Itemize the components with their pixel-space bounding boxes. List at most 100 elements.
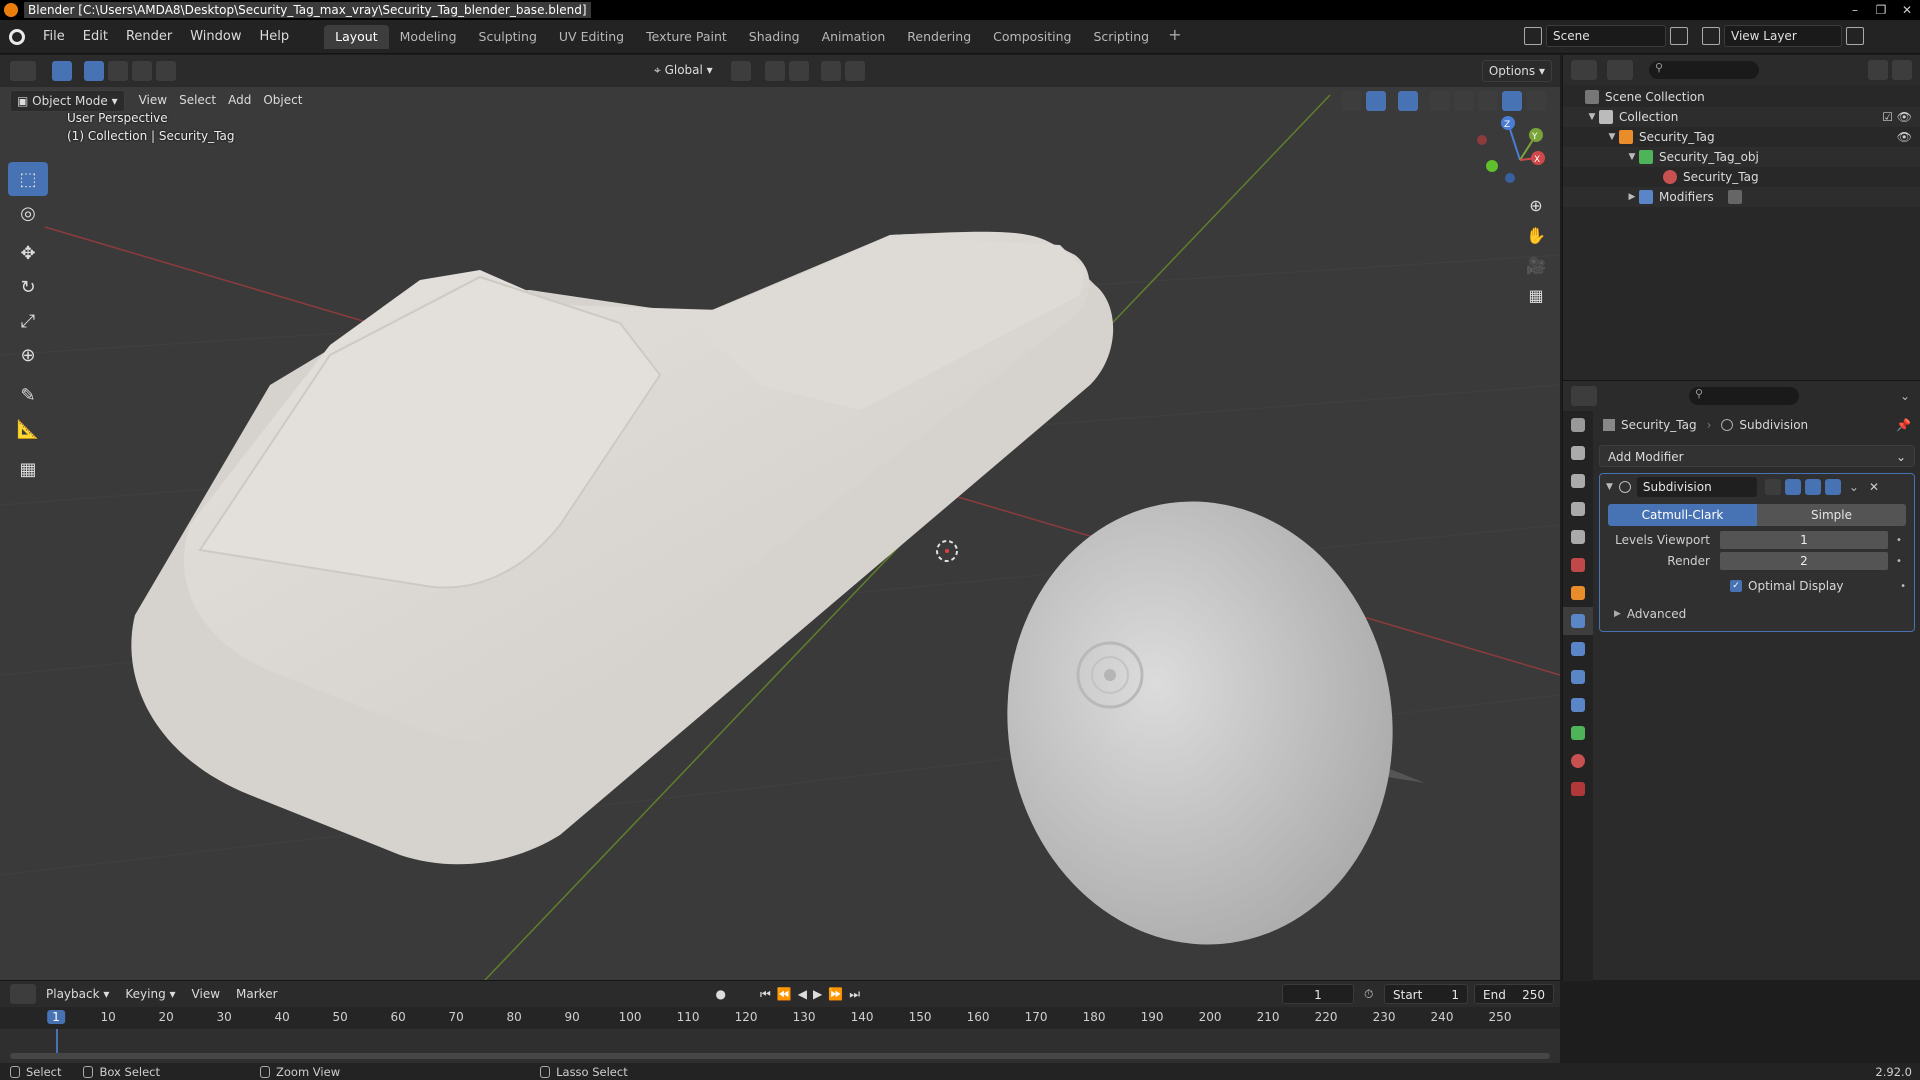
overlay-toggle-icon[interactable]: [1398, 91, 1418, 111]
outliner-editor-icon[interactable]: [1571, 60, 1597, 80]
transform-orientation-dropdown[interactable]: ⌖ Global ▾: [648, 60, 719, 82]
prev-keyframe-icon[interactable]: ⏪: [777, 987, 798, 1001]
snap-icon[interactable]: [764, 61, 785, 81]
pivot-point-icon[interactable]: [730, 61, 751, 81]
transform-tool-icon[interactable]: ⊕: [8, 338, 48, 372]
pan-hand-icon[interactable]: ✋: [1518, 220, 1554, 250]
menu-file[interactable]: File: [34, 20, 74, 54]
cage-toggle-icon[interactable]: [1784, 479, 1801, 495]
menu-window[interactable]: Window: [181, 20, 250, 54]
new-collection-icon[interactable]: [1892, 60, 1912, 80]
minimize-icon[interactable]: –: [1842, 1, 1868, 19]
security-tag-pin-disc[interactable]: [979, 476, 1425, 969]
measure-tool-icon[interactable]: 📐: [8, 412, 48, 446]
filter-icon[interactable]: [1868, 60, 1888, 80]
pin-icon[interactable]: 📌: [1896, 418, 1911, 432]
outliner-item-security-tag-obj[interactable]: ▼ Security_Tag_obj: [1563, 147, 1920, 167]
new-scene-icon[interactable]: [1670, 27, 1688, 45]
edit-mode-toggle-icon[interactable]: [1764, 479, 1781, 495]
zoom-icon[interactable]: ⊕: [1518, 190, 1554, 220]
menu-object[interactable]: Object: [257, 90, 308, 112]
jump-start-icon[interactable]: ⏮: [760, 987, 777, 1001]
properties-editor-icon[interactable]: [1571, 386, 1597, 406]
keyframe-dot-icon[interactable]: •: [1896, 556, 1902, 567]
outliner-item-scene-collection[interactable]: Scene Collection: [1563, 87, 1920, 107]
current-frame-field[interactable]: 1: [1282, 984, 1354, 1004]
timeline-track[interactable]: [0, 1029, 1560, 1064]
tab-scene[interactable]: [1563, 523, 1593, 551]
remove-modifier-icon[interactable]: ✕: [1869, 480, 1879, 494]
timeline-scrollbar[interactable]: [10, 1053, 1550, 1059]
frame-ruler[interactable]: 1 10 20 30 40 50 60 70 80 90 100 110 120 130 140 150 160…: [0, 1007, 1560, 1029]
tab-uv-editing[interactable]: UV Editing: [548, 25, 635, 49]
snap-target-icon[interactable]: [788, 61, 809, 81]
tab-view-layer[interactable]: [1563, 495, 1593, 523]
optimal-display-checkbox[interactable]: ✓: [1730, 580, 1742, 592]
advanced-section[interactable]: ▶ Advanced: [1614, 603, 1906, 625]
solid-shading-icon[interactable]: [1478, 91, 1498, 111]
select-box-extend-icon[interactable]: [108, 61, 128, 81]
catmull-clark-button[interactable]: Catmull-Clark: [1608, 504, 1757, 526]
next-keyframe-icon[interactable]: ⏩: [828, 987, 849, 1001]
tab-tool[interactable]: [1563, 411, 1593, 439]
ortho-grid-icon[interactable]: ▦: [1518, 280, 1554, 310]
tab-compositing[interactable]: Compositing: [982, 25, 1082, 49]
rotate-tool-icon[interactable]: ↻: [8, 270, 48, 304]
navigation-gizmo[interactable]: [1477, 116, 1545, 183]
select-box-new-icon[interactable]: [84, 61, 104, 81]
wireframe-shading-icon[interactable]: [1454, 91, 1474, 111]
expand-arrow-icon[interactable]: ▶: [1625, 192, 1639, 202]
scale-tool-icon[interactable]: ⤢: [8, 304, 48, 338]
material-shading-icon[interactable]: [1502, 91, 1522, 111]
view-layer-icon[interactable]: [1702, 27, 1720, 45]
scene-field[interactable]: Scene: [1546, 25, 1666, 47]
display-mode-icon[interactable]: [1607, 60, 1633, 80]
menu-playback[interactable]: Playback ▾: [38, 987, 117, 1001]
render-levels-field[interactable]: 2: [1720, 552, 1888, 570]
add-workspace-icon[interactable]: +: [1160, 25, 1189, 49]
collection-checkbox-icon[interactable]: ☑ 👁: [1882, 110, 1912, 124]
tab-scripting[interactable]: Scripting: [1083, 25, 1161, 49]
play-icon[interactable]: ▶: [813, 987, 828, 1001]
annotate-tool-icon[interactable]: ✎: [8, 378, 48, 412]
tab-modifiers[interactable]: [1563, 607, 1593, 635]
render-toggle-icon[interactable]: [1824, 479, 1841, 495]
tab-texture[interactable]: [1563, 775, 1593, 803]
chevron-down-icon[interactable]: ⌄: [1849, 480, 1859, 494]
falloff-icon[interactable]: [844, 61, 865, 81]
menu-timeline-view[interactable]: View: [184, 987, 228, 1001]
rendered-shading-icon[interactable]: [1526, 91, 1546, 111]
outliner-item-collection[interactable]: ▼ Collection ☑ 👁: [1563, 107, 1920, 127]
proportional-edit-icon[interactable]: [820, 61, 841, 81]
chevron-down-icon[interactable]: ⌄: [1900, 389, 1910, 403]
select-box-invert-icon[interactable]: [156, 61, 176, 81]
tab-constraints[interactable]: [1563, 691, 1593, 719]
keyframe-dot-icon[interactable]: •: [1900, 581, 1906, 592]
stopwatch-icon[interactable]: ⏱: [1364, 987, 1373, 1002]
tab-rendering[interactable]: Rendering: [896, 25, 982, 49]
camera-view-icon[interactable]: 🎥: [1518, 250, 1554, 280]
menu-keying[interactable]: Keying ▾: [117, 987, 183, 1001]
properties-search-input[interactable]: ⚲: [1689, 387, 1799, 405]
xray-icon[interactable]: [1430, 91, 1450, 111]
3d-cursor-icon[interactable]: [936, 540, 958, 562]
outliner-search-input[interactable]: ⚲: [1649, 61, 1759, 79]
outliner-item-modifiers[interactable]: ▶ Modifiers: [1563, 187, 1920, 207]
outliner-item-material[interactable]: Security_Tag: [1563, 167, 1920, 187]
add-cube-tool-icon[interactable]: ▦: [8, 452, 48, 486]
security-tag-body[interactable]: [131, 231, 1114, 865]
tab-physics[interactable]: [1563, 663, 1593, 691]
tab-layout[interactable]: Layout: [324, 24, 389, 49]
modifier-name-field[interactable]: Subdivision: [1636, 477, 1757, 497]
gizmo-toggle-icon[interactable]: [1366, 91, 1386, 111]
editor-type-icon[interactable]: [10, 61, 36, 81]
jump-end-icon[interactable]: ⏭: [849, 987, 866, 1001]
viewport-canvas[interactable]: Z Y X: [0, 55, 1560, 980]
add-modifier-dropdown[interactable]: Add Modifier ⌄: [1599, 445, 1915, 467]
tab-shading[interactable]: Shading: [738, 25, 811, 49]
tab-modeling[interactable]: Modeling: [389, 25, 468, 49]
view-layer-field[interactable]: View Layer: [1724, 25, 1842, 47]
tab-material[interactable]: [1563, 747, 1593, 775]
timeline-editor-icon[interactable]: [10, 984, 36, 1004]
blender-menu-icon[interactable]: [0, 20, 34, 54]
